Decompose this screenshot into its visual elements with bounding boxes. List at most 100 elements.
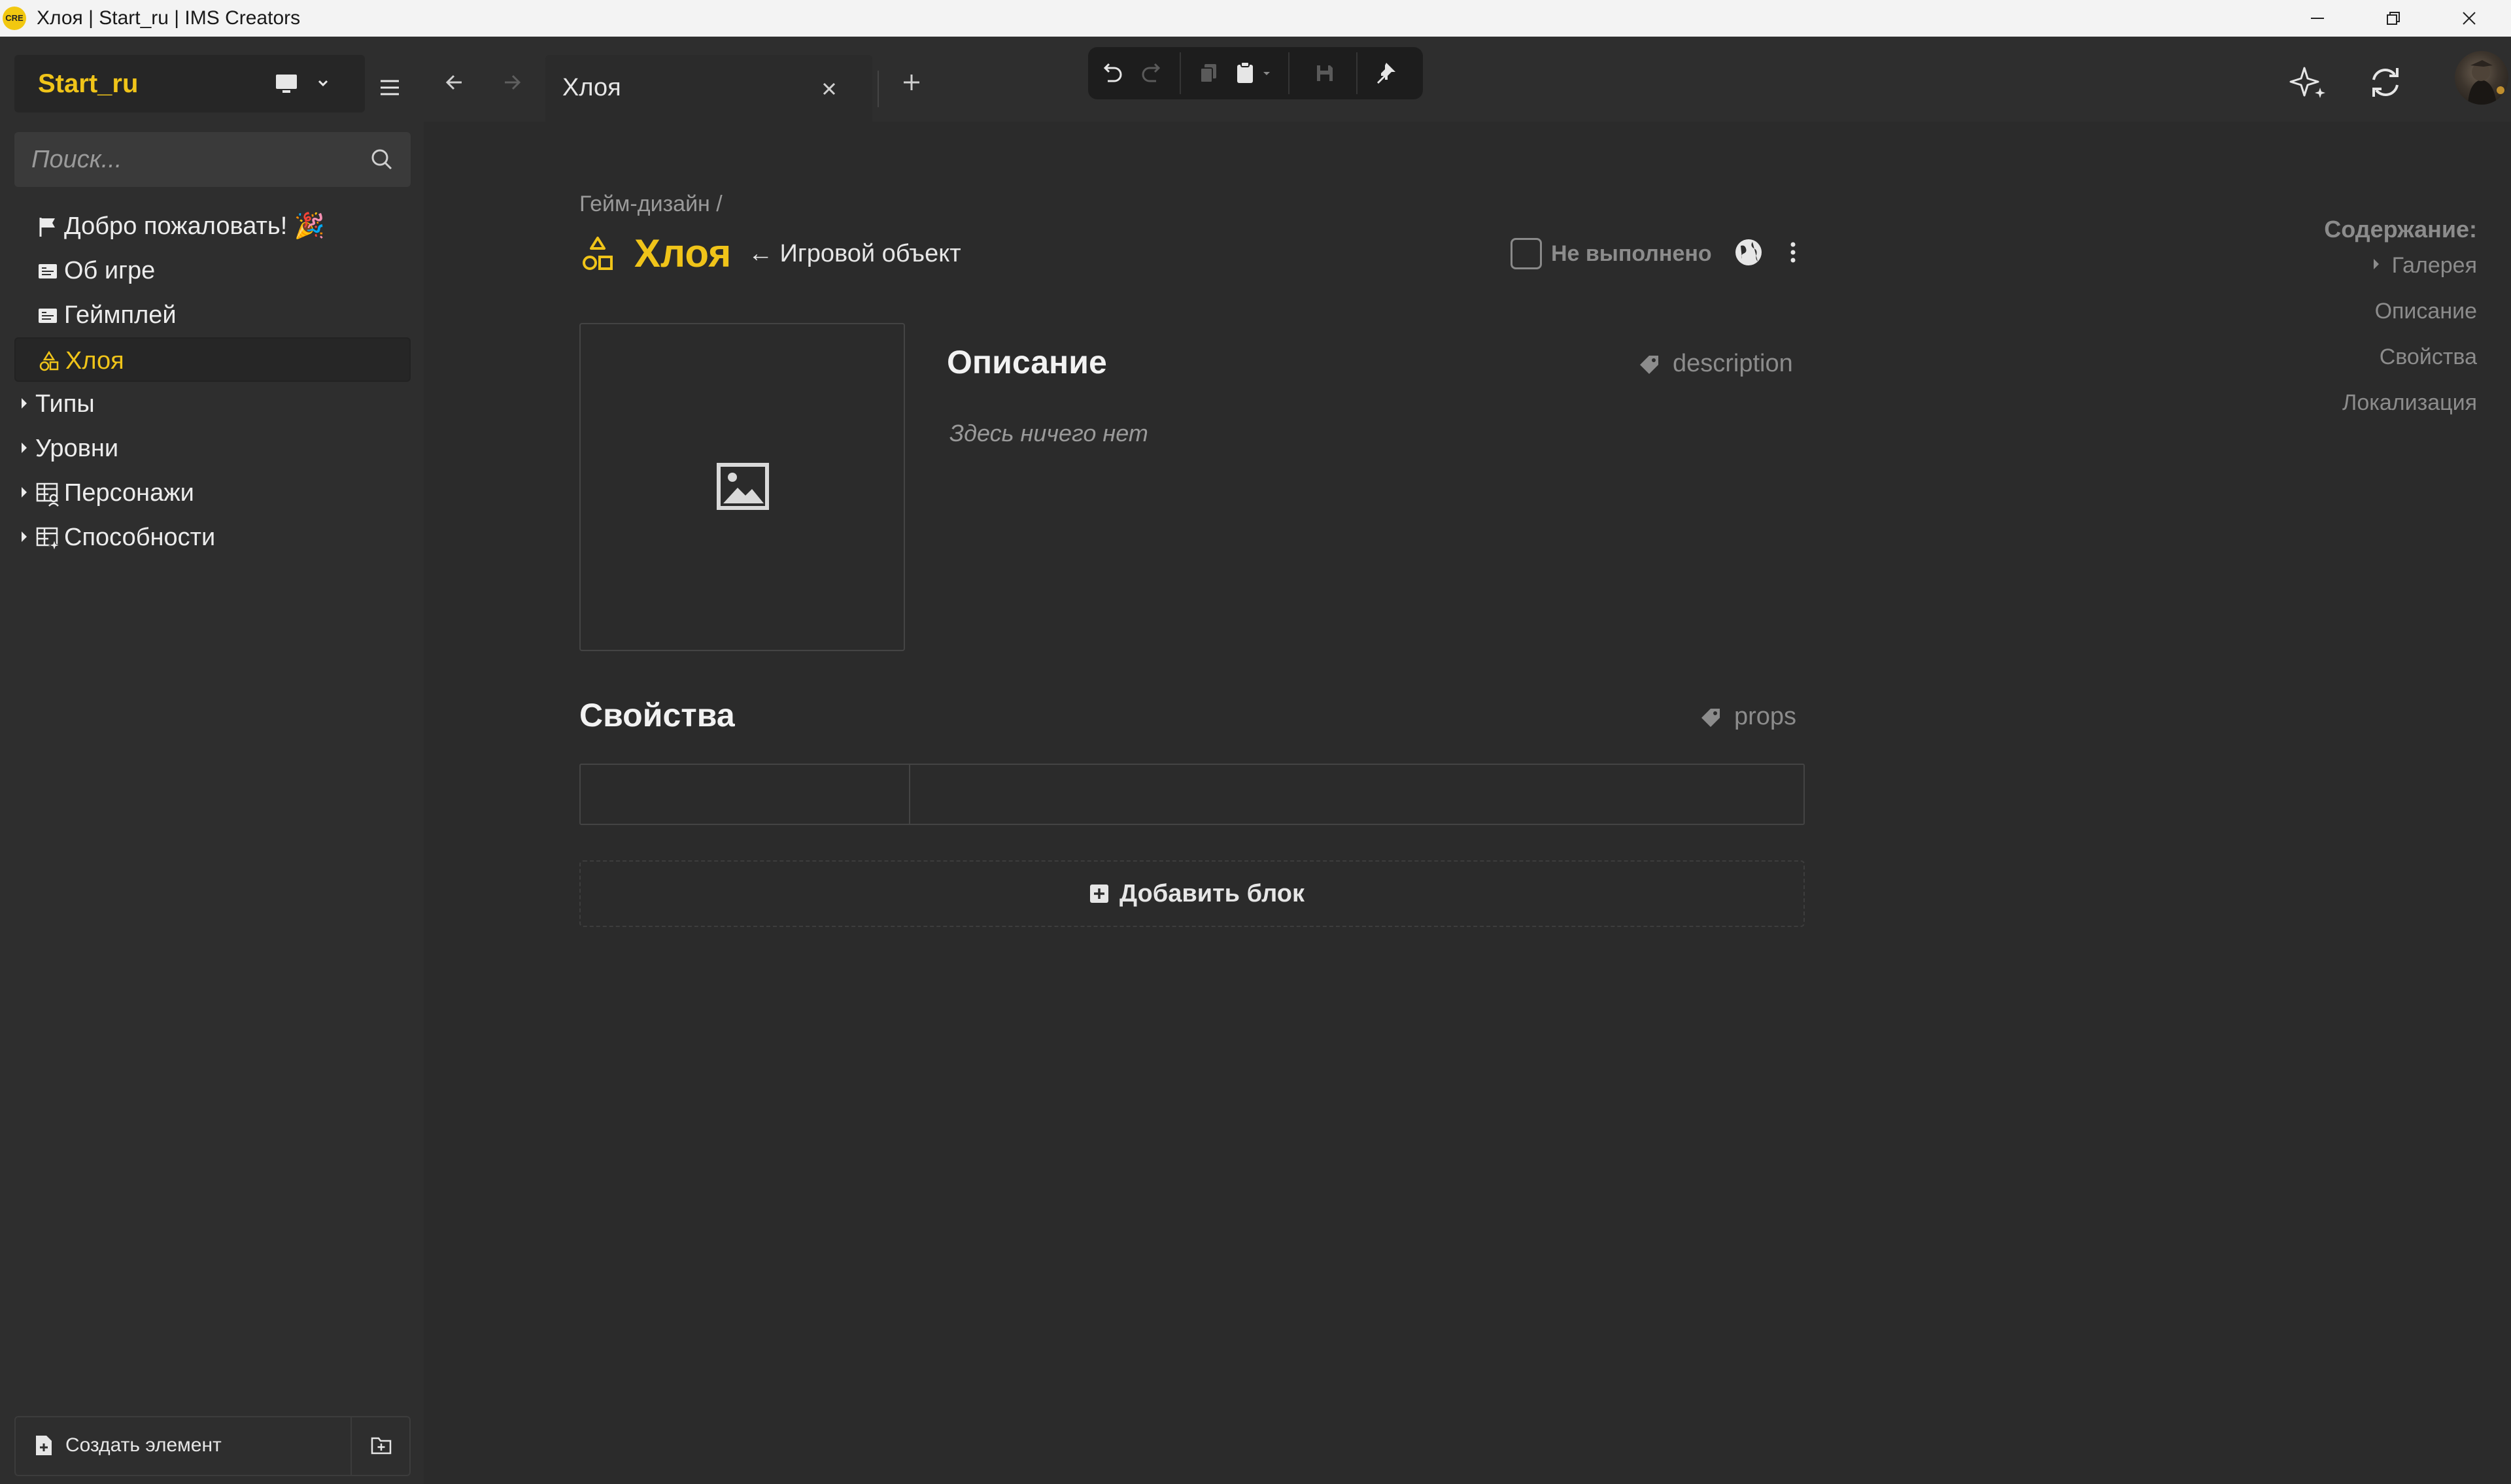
description-heading: Описание — [947, 344, 1107, 380]
toc-item-description[interactable]: Описание — [2375, 297, 2477, 326]
doc-icon — [39, 264, 57, 278]
shapes-icon — [583, 237, 613, 270]
close-window-button[interactable] — [2431, 0, 2507, 37]
sidebar-item-label: Геймплей — [64, 301, 177, 329]
add-block-button[interactable]: Добавить блок — [579, 860, 1805, 927]
object-type-link[interactable]: ← Игровой объект — [748, 238, 961, 269]
back-button[interactable] — [436, 63, 475, 102]
toolbar-separator — [1288, 52, 1290, 94]
tab-separator — [878, 71, 879, 107]
sidebar-folder-abilities[interactable]: Способности — [14, 515, 411, 560]
toolbar-separator — [1356, 52, 1358, 94]
arrow-left-icon — [445, 75, 462, 90]
toc-item-localization[interactable]: Локализация — [2342, 388, 2477, 417]
toc-title: Содержание: — [2324, 216, 2477, 243]
paste-button[interactable] — [1229, 55, 1282, 92]
tag-icon — [1701, 709, 1720, 727]
caret-right-icon[interactable] — [2372, 258, 2380, 271]
tag-icon — [1640, 356, 1658, 374]
folder-add-icon — [371, 1437, 392, 1455]
window-title-bar: CRE Хлоя | Start_ru | IMS Creators — [0, 0, 2511, 37]
tab-close-button[interactable] — [813, 73, 845, 105]
minimize-button[interactable] — [2280, 0, 2355, 37]
toolbar-separator — [1180, 52, 1181, 94]
project-name[interactable]: Start_ru — [38, 68, 138, 99]
create-element-button[interactable]: Создать элемент — [16, 1417, 352, 1475]
more-options-button[interactable] — [1780, 237, 1806, 268]
undo-icon — [1103, 63, 1122, 82]
sidebar-item-label: Добро пожаловать! 🎉 — [64, 212, 326, 240]
sidebar-folder-characters[interactable]: Персонажи — [14, 471, 411, 515]
property-value-cell[interactable] — [912, 765, 1803, 824]
new-tab-button[interactable] — [892, 63, 931, 102]
monitor-icon — [276, 75, 328, 93]
pin-icon — [1377, 63, 1395, 84]
sidebar-folder-label: Типы — [35, 390, 95, 418]
restore-button[interactable] — [2355, 0, 2431, 37]
plus-icon — [904, 75, 919, 90]
description-tag-label: description — [1673, 350, 1793, 377]
project-selector[interactable]: Start_ru — [14, 55, 365, 112]
sidebar-item-welcome[interactable]: Добро пожаловать! 🎉 — [14, 204, 411, 248]
minimize-icon — [2311, 18, 2324, 19]
device-switch[interactable] — [271, 71, 349, 97]
ai-assistant-button[interactable] — [2283, 56, 2336, 109]
status-label[interactable]: Не выполнено — [1551, 239, 1712, 268]
caret-right-icon[interactable] — [20, 441, 29, 455]
create-folder-button[interactable] — [353, 1417, 409, 1475]
sidebar-item-about-game[interactable]: Об игре — [14, 248, 411, 293]
table-magic-icon — [36, 527, 61, 552]
forward-button[interactable] — [493, 63, 532, 102]
redo-button[interactable] — [1134, 55, 1170, 92]
clipboard-icon — [1237, 61, 1270, 83]
app-logo: CRE — [3, 7, 26, 30]
sidebar-menu-toggle[interactable] — [373, 71, 407, 105]
edit-toolbar — [1088, 47, 1423, 99]
page-title[interactable]: Хлоя — [634, 229, 731, 278]
add-block-label: Добавить блок — [1119, 880, 1305, 907]
window-title: Хлоя | Start_ru | IMS Creators — [37, 7, 301, 29]
search-box[interactable] — [14, 132, 411, 187]
sync-button[interactable] — [2359, 56, 2412, 109]
sparkle-icon — [2289, 67, 2325, 98]
publish-button[interactable] — [1733, 237, 1764, 268]
save-button[interactable] — [1307, 55, 1343, 92]
sync-icon — [2372, 68, 2399, 97]
toc-item-properties[interactable]: Свойства — [2380, 343, 2477, 371]
user-avatar[interactable] — [2455, 51, 2508, 105]
caret-right-icon[interactable] — [20, 485, 29, 499]
create-bar: Создать элемент — [14, 1416, 411, 1476]
sidebar-folder-label: Персонажи — [64, 479, 194, 507]
shapes-icon — [39, 350, 59, 371]
sidebar-item-chloe[interactable]: Хлоя — [14, 337, 411, 382]
close-icon — [823, 82, 836, 95]
table-user-icon — [36, 482, 59, 507]
doc-icon — [39, 309, 57, 323]
property-key-cell[interactable] — [581, 765, 910, 824]
sidebar-folder-types[interactable]: Типы — [14, 382, 411, 426]
breadcrumb[interactable]: Гейм-дизайн / — [579, 190, 723, 218]
copy-button[interactable] — [1190, 55, 1227, 92]
tab-chloe[interactable]: Хлоя — [545, 55, 872, 122]
search-input[interactable] — [14, 132, 367, 187]
status-checkbox[interactable] — [1511, 238, 1542, 269]
caret-right-icon[interactable] — [20, 396, 29, 411]
search-icon[interactable] — [367, 145, 396, 174]
more-vertical-icon — [1790, 242, 1796, 263]
sidebar-folder-levels[interactable]: Уровни — [14, 426, 411, 471]
copy-icon — [1200, 64, 1216, 83]
globe-icon — [1735, 239, 1762, 265]
toc-item-gallery[interactable]: Галерея — [2392, 251, 2477, 280]
avatar-image — [2468, 60, 2504, 105]
description-empty-text[interactable]: Здесь ничего нет — [949, 418, 1148, 448]
plus-square-icon — [1090, 885, 1108, 903]
sidebar-item-gameplay[interactable]: Геймплей — [14, 293, 411, 337]
pin-button[interactable] — [1368, 55, 1405, 92]
undo-button[interactable] — [1093, 55, 1130, 92]
sidebar-item-label: Об игре — [64, 257, 156, 284]
caret-right-icon[interactable] — [20, 530, 29, 544]
gallery-image-placeholder[interactable] — [579, 323, 905, 651]
sidebar: Start_ru Добро пожаловать! 🎉 Об — [0, 37, 424, 1484]
file-add-icon — [36, 1436, 52, 1455]
sidebar-folder-label: Уровни — [35, 435, 119, 462]
